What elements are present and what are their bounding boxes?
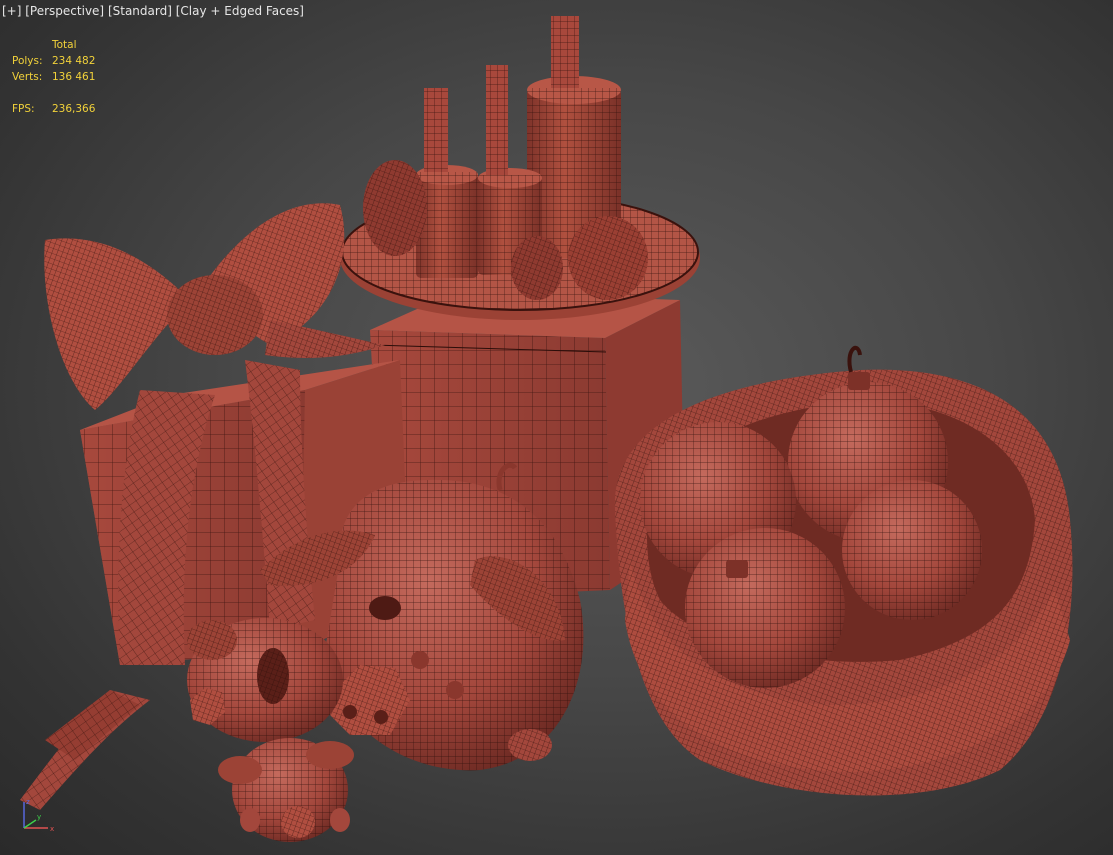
viewport-perspective[interactable]: [+] [Perspective] [Standard] [Clay + Edg…	[0, 0, 1113, 855]
stats-verts-value: 136 461	[52, 71, 96, 83]
ornament-front[interactable]	[685, 528, 845, 688]
axis-y-line	[23, 819, 37, 829]
scene-render	[20, 16, 1073, 842]
viewport-shading-menu[interactable]: [Standard]	[108, 4, 172, 18]
ornament-right[interactable]	[842, 480, 982, 620]
axis-x-label: x	[50, 825, 54, 833]
axis-gizmo: z x y	[23, 798, 54, 833]
pine-cone-left[interactable]	[363, 160, 427, 256]
toy-pig-medium[interactable]	[187, 618, 343, 742]
toy-pig-small[interactable]	[218, 738, 354, 842]
pine-cone-center[interactable]	[511, 236, 563, 300]
stats-polys-label: Polys:	[12, 55, 43, 67]
candle-mid-left[interactable]	[416, 88, 478, 278]
axis-z-label: z	[26, 798, 30, 806]
viewport-plus-menu[interactable]: [+]	[2, 4, 21, 18]
stats-polys-value: 234 482	[52, 55, 96, 67]
pine-cone-right[interactable]	[568, 216, 648, 300]
viewport-pov-menu[interactable]: [Perspective]	[25, 4, 104, 18]
stats-total-header: Total	[52, 39, 77, 51]
viewport-display-menu[interactable]: [Clay + Edged Faces]	[176, 4, 304, 18]
stats-fps-label: FPS:	[12, 103, 35, 115]
axis-y-label: y	[37, 813, 41, 821]
stats-verts-label: Verts:	[12, 71, 43, 83]
viewport-label-menu: [+] [Perspective] [Standard] [Clay + Edg…	[2, 4, 304, 18]
stats-fps-value: 236,366	[52, 103, 96, 115]
viewport-statistics: Total Polys: 234 482 Verts: 136 461 FPS: 23…	[12, 37, 132, 117]
